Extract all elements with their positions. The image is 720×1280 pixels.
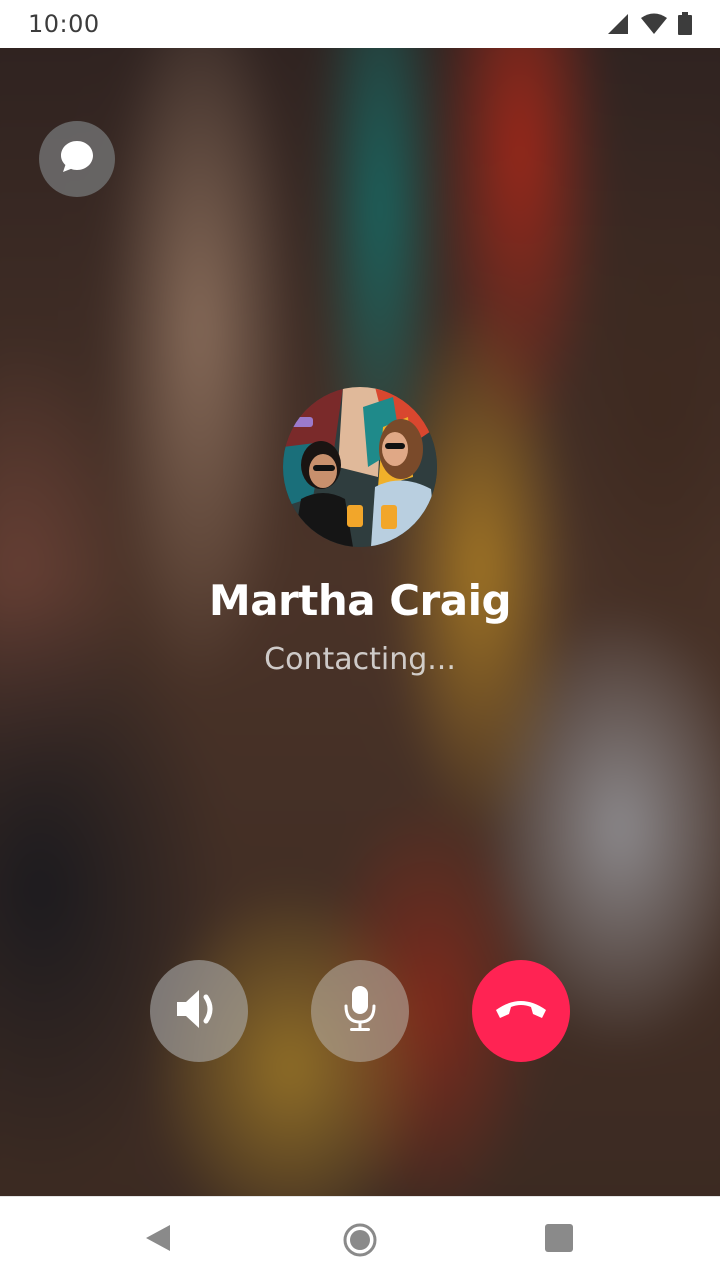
chat-bubble-icon [58, 138, 96, 181]
end-call-icon [493, 994, 549, 1029]
cellular-signal-icon [606, 12, 630, 36]
mute-button[interactable] [311, 960, 409, 1062]
home-circle-icon[interactable] [343, 1223, 377, 1262]
status-icons [606, 12, 692, 36]
wifi-icon [640, 12, 668, 36]
chat-button[interactable] [39, 121, 115, 197]
microphone-icon [340, 984, 380, 1039]
call-screen: Martha Craig Contacting... [0, 48, 720, 1196]
status-bar: 10:00 [0, 0, 720, 48]
call-status: Contacting... [264, 642, 456, 677]
caller-name: Martha Craig [208, 576, 512, 625]
navigation-bar [0, 1196, 720, 1280]
status-time: 10:00 [28, 10, 100, 38]
caller-avatar [283, 387, 437, 547]
speaker-button[interactable] [150, 960, 248, 1062]
end-call-button[interactable] [472, 960, 570, 1062]
speaker-icon [173, 983, 225, 1040]
battery-icon [678, 12, 692, 36]
recents-square-icon[interactable] [544, 1223, 574, 1258]
back-triangle-icon[interactable] [144, 1223, 172, 1258]
call-controls [0, 960, 720, 1062]
